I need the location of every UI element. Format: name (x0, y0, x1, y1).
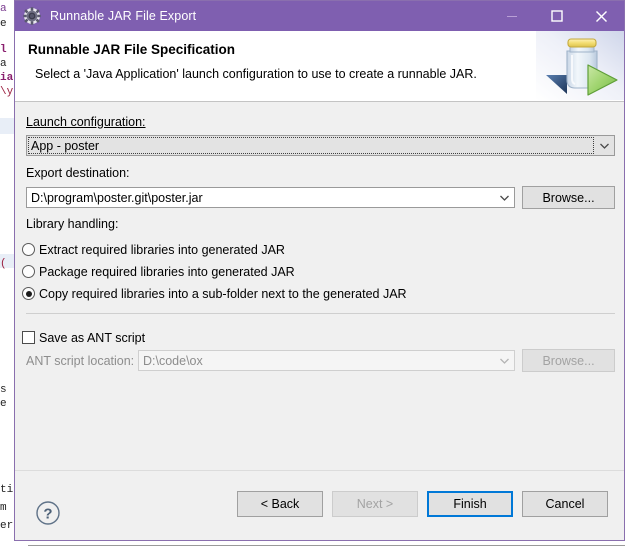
minimize-button[interactable] (489, 1, 534, 31)
launch-configuration-value: App - poster (31, 138, 100, 153)
button-bar-divider (15, 470, 624, 471)
page-description: Select a 'Java Application' launch confi… (35, 67, 477, 81)
bg-code-fragment: e (0, 398, 7, 410)
editor-bottom-rule (28, 545, 625, 546)
radio-extract-libraries-label: Extract required libraries into generate… (39, 242, 285, 257)
section-divider (26, 313, 615, 314)
editor-highlight-strip-1 (0, 118, 14, 134)
next-button: Next > (332, 491, 418, 517)
gear-icon (23, 7, 41, 25)
checkbox-indicator[interactable] (22, 331, 35, 344)
library-handling-label-text: Library handling: (26, 217, 119, 231)
export-destination-label-text: Export destination: (26, 166, 130, 180)
ant-script-location-label: ANT script location: (26, 354, 134, 368)
bg-code-fragment: e (0, 18, 7, 30)
radio-indicator[interactable] (22, 287, 35, 300)
launch-configuration-label-text: Launch configuration: (26, 115, 146, 129)
launch-configuration-label: Launch configuration: (26, 115, 146, 129)
maximize-button[interactable] (534, 1, 579, 31)
radio-indicator[interactable] (22, 265, 35, 278)
bg-code-fragment: a (0, 3, 7, 15)
dialog-titlebar[interactable]: Runnable JAR File Export (15, 1, 624, 31)
bg-code-fragment: er (0, 520, 14, 532)
bg-code-fragment: ( (0, 258, 7, 270)
radio-indicator[interactable] (22, 243, 35, 256)
ant-script-location-label-text: ANT script location: (26, 354, 135, 368)
window-controls (489, 1, 624, 31)
bg-code-fragment: m (0, 502, 7, 514)
back-button-label: < Back (260, 497, 300, 511)
chevron-down-icon[interactable] (495, 194, 514, 202)
runnable-jar-export-dialog: Runnable JAR File Export Runnable JAR Fi… (14, 0, 625, 541)
back-button[interactable]: < Back (237, 491, 323, 517)
svg-text:?: ? (43, 506, 52, 523)
export-destination-label: Export destination: (26, 166, 130, 180)
export-destination-browse-button[interactable]: Browse... (522, 186, 615, 209)
radio-package-libraries-label: Package required libraries into generate… (39, 264, 295, 279)
launch-configuration-combo[interactable]: App - poster (26, 135, 615, 156)
export-destination-value: D:\program\poster.git\poster.jar (31, 190, 203, 205)
save-as-ant-script-label: Save as ANT script (39, 330, 146, 345)
chevron-down-icon (495, 357, 514, 365)
radio-copy-libraries-label: Copy required libraries into a sub-folde… (39, 286, 407, 301)
help-icon[interactable]: ? (35, 500, 61, 526)
chevron-down-icon[interactable] (595, 142, 614, 150)
page-title: Runnable JAR File Specification (28, 42, 236, 57)
ant-script-location-browse-button: Browse... (522, 349, 615, 372)
export-destination-browse-label: Browse... (542, 190, 595, 205)
next-button-label: Next > (356, 497, 394, 511)
bg-code-fragment: l (0, 44, 7, 56)
radio-copy-libraries[interactable]: Copy required libraries into a sub-folde… (22, 285, 407, 302)
close-button[interactable] (579, 1, 624, 31)
cancel-button-label: Cancel (545, 497, 585, 511)
export-destination-combo[interactable]: D:\program\poster.git\poster.jar (26, 187, 515, 208)
ant-script-location-value: D:\code\ox (143, 353, 203, 368)
radio-extract-libraries[interactable]: Extract required libraries into generate… (22, 241, 285, 258)
jar-export-icon (536, 31, 624, 100)
dialog-content: Launch configuration: App - poster Expor… (15, 102, 624, 540)
bg-code-fragment: ti (0, 484, 14, 496)
radio-package-libraries[interactable]: Package required libraries into generate… (22, 263, 295, 280)
cancel-button[interactable]: Cancel (522, 491, 608, 517)
dialog-title: Runnable JAR File Export (50, 9, 197, 23)
bg-code-fragment: ia (0, 72, 14, 84)
dialog-banner: Runnable JAR File Specification Select a… (15, 31, 624, 102)
finish-button-label: Finish (453, 497, 487, 511)
bg-code-fragment: s (0, 384, 7, 396)
finish-button[interactable]: Finish (427, 491, 513, 517)
bg-code-fragment: a (0, 58, 7, 70)
ant-script-location-browse-label: Browse... (542, 353, 595, 368)
ant-script-location-combo: D:\code\ox (138, 350, 515, 371)
bg-code-fragment: \y (0, 86, 14, 98)
library-handling-label: Library handling: (26, 217, 118, 231)
save-as-ant-script-checkbox[interactable]: Save as ANT script (22, 329, 145, 346)
